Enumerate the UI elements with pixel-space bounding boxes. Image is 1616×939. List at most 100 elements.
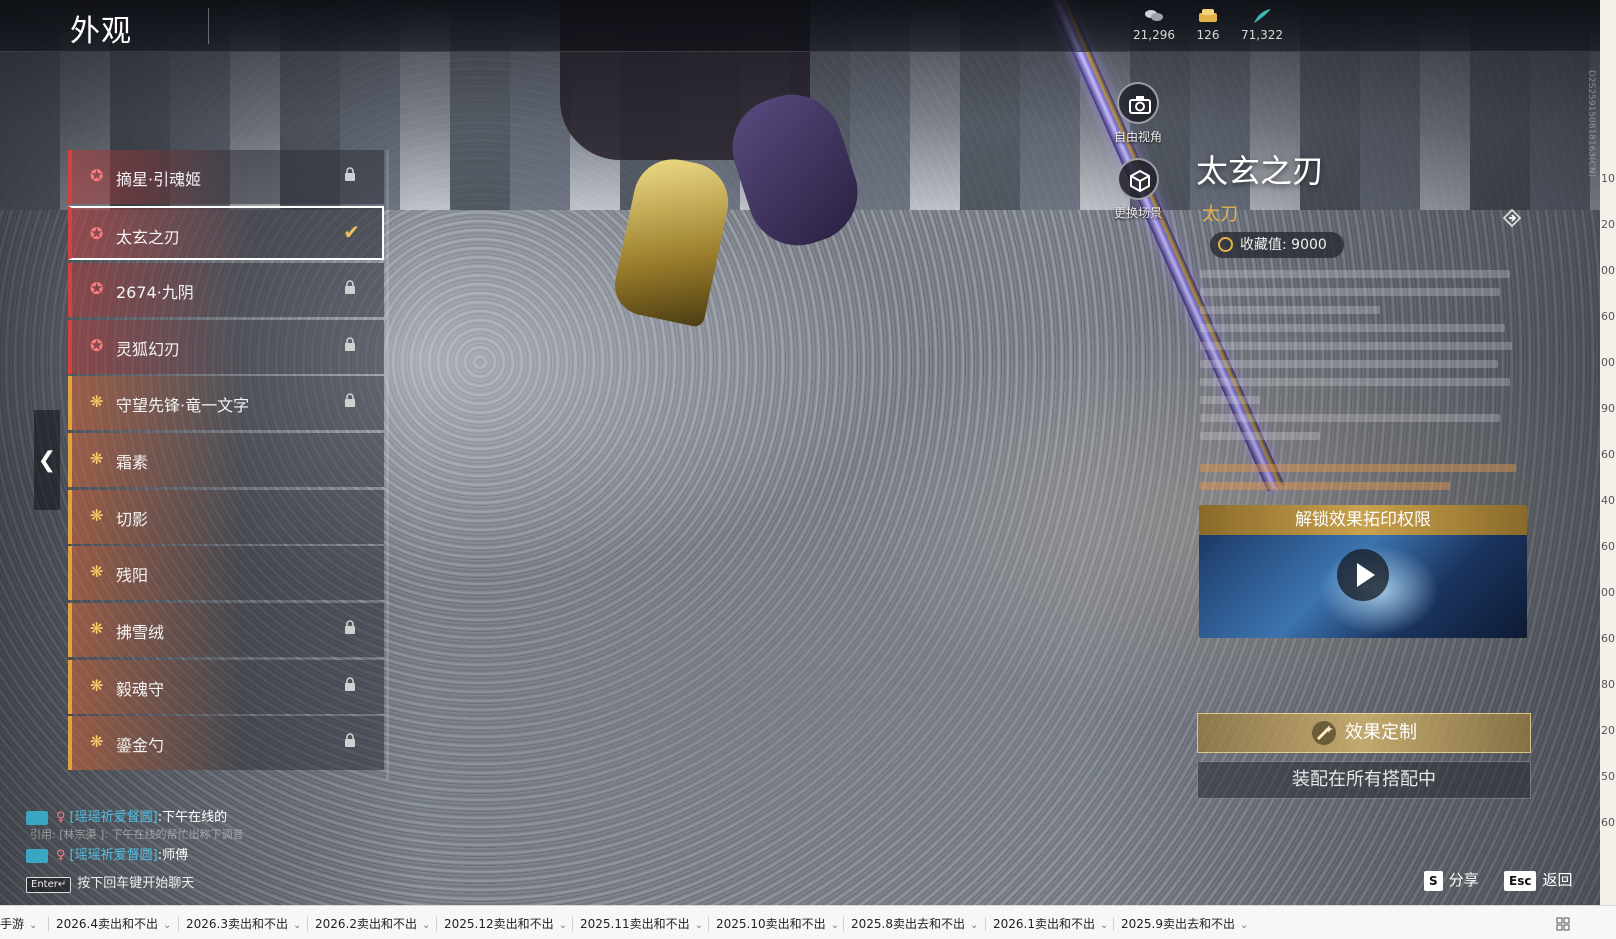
bookmark-separator <box>843 917 844 931</box>
chat-sender[interactable]: [瑶瑶祈爱督圆] <box>70 848 158 863</box>
chat-sender[interactable]: [瑶瑶祈爱督圆] <box>70 810 158 825</box>
bookmarks-bar: 手游 ⌄ 2026.4卖出和不出 ⌄ 2026.3卖出和不出 ⌄ 2026.2卖出和不出 ⌄ 2… <box>0 905 1616 939</box>
skin-item-5[interactable]: ❋ 霜素 <box>68 433 384 487</box>
chevron-down-icon: ⌄ <box>830 920 840 931</box>
skin-name: 守望先锋·竜一文字 <box>116 396 250 415</box>
edge-number: 40' <box>1601 494 1616 507</box>
share-label: 分享 <box>1448 871 1479 889</box>
share-hotkey[interactable]: S 分享 <box>1424 869 1479 891</box>
bookmark-folder[interactable]: 2026.4卖出和不出 ⌄ <box>56 915 171 932</box>
currency-feathers[interactable]: 71,322 <box>1232 8 1292 42</box>
skin-title: 太玄之刃 <box>1196 152 1325 190</box>
bookmark-label: 2025.11卖出和不出 <box>580 917 690 931</box>
unlock-effect-title: 解锁效果拓印权限 <box>1199 505 1527 535</box>
skin-item-2[interactable]: ✪ 2674·九阴 <box>68 263 384 317</box>
chevron-down-icon: ⌄ <box>293 920 302 931</box>
skin-item-9[interactable]: ❋ 毅魂守 <box>68 660 384 714</box>
skin-name: 残阳 <box>116 566 149 585</box>
free-view-button[interactable]: 自由视角 <box>1103 82 1173 145</box>
play-preview-button[interactable] <box>1337 549 1389 601</box>
bookmark-folder[interactable]: 2025.8卖出去和不出 ⌄ <box>851 915 978 932</box>
bookmark-label: 2025.9卖出去和不出 <box>1121 917 1235 931</box>
bookmark-folder[interactable]: 2025.11卖出和不出 ⌄ <box>580 915 703 932</box>
edge-number: 80' <box>1601 678 1616 691</box>
chevron-down-icon: ⌄ <box>29 920 38 931</box>
flower-tier-icon: ❋ <box>90 449 104 468</box>
share-key-badge: S <box>1424 871 1443 891</box>
skin-item-6[interactable]: ❋ 切影 <box>68 490 384 544</box>
chat-message: ♀ [瑶瑶祈爱督圆]:下午在线的 <box>26 806 227 825</box>
star-tier-icon: ✪ <box>90 336 104 355</box>
lock-icon <box>345 280 355 294</box>
currency-coins[interactable]: 21,296 <box>1124 8 1184 42</box>
edge-number: 50' <box>1601 770 1616 783</box>
unlock-effect-card[interactable]: 解锁效果拓印权限 <box>1199 505 1527 638</box>
bookmark-folder[interactable]: 2026.3卖出和不出 ⌄ <box>186 915 301 932</box>
skin-item-8[interactable]: ❋ 拂雪绒 <box>68 603 384 657</box>
skin-item-0[interactable]: ✪ 摘星·引魂姬 <box>68 150 384 204</box>
description-line <box>1200 288 1500 296</box>
collection-gem-icon <box>1218 237 1233 252</box>
page-title: 外观 <box>70 14 132 49</box>
customize-effect-label: 效果定制 <box>1345 722 1417 743</box>
bookmark-separator <box>985 917 986 931</box>
female-icon: ♀ <box>56 848 66 863</box>
skin-item-10[interactable]: ❋ 鎏金勺 <box>68 716 384 770</box>
change-scene-label: 更换场景 <box>1113 206 1162 220</box>
bookmark-separator <box>307 917 308 931</box>
customize-effect-button[interactable]: 效果定制 <box>1197 713 1531 753</box>
star-tier-icon: ✪ <box>90 279 104 298</box>
bookmark-folder[interactable]: 手游 ⌄ <box>0 915 37 932</box>
currency-tickets[interactable]: 126 <box>1178 8 1238 42</box>
bookmark-label: 2026.1卖出和不出 <box>993 917 1095 931</box>
star-tier-icon: ✪ <box>90 166 104 185</box>
free-view-label: 自由视角 <box>1113 130 1162 144</box>
grid-icon[interactable] <box>1556 917 1570 931</box>
chat-hint[interactable]: Enter↵ 按下回车键开始聊天 <box>26 872 194 893</box>
currency-feathers-value: 71,322 <box>1241 28 1283 42</box>
description-line <box>1200 378 1510 386</box>
description-line <box>1200 432 1320 440</box>
lock-icon <box>345 337 355 351</box>
skin-item-3[interactable]: ✪ 灵狐幻刃 <box>68 320 384 374</box>
list-scrollbar[interactable] <box>386 150 389 780</box>
check-icon: ✔ <box>343 220 360 244</box>
skin-item-4[interactable]: ❋ 守望先锋·竜一文字 <box>68 376 384 430</box>
description-line <box>1200 360 1498 368</box>
bookmark-folder[interactable]: 2025.10卖出和不出 ⌄ <box>716 915 839 932</box>
back-hotkey[interactable]: Esc 返回 <box>1504 869 1572 891</box>
equip-all-button[interactable]: 装配在所有搭配中 <box>1197 761 1531 799</box>
skin-description <box>1200 270 1520 500</box>
change-scene-button[interactable]: 更换场景 <box>1103 158 1173 221</box>
expand-icon[interactable] <box>1500 206 1524 230</box>
bookmark-folder[interactable]: 2025.9卖出去和不出 ⌄ <box>1121 915 1248 932</box>
skin-item-7[interactable]: ❋ 残阳 <box>68 546 384 600</box>
description-line <box>1200 306 1380 314</box>
bookmark-separator <box>48 917 49 931</box>
chevron-down-icon: ⌄ <box>422 920 431 931</box>
bookmark-folder[interactable]: 2026.2卖出和不出 ⌄ <box>315 915 430 932</box>
description-line <box>1200 396 1260 404</box>
bookmark-separator <box>1113 917 1114 931</box>
skin-item-1[interactable]: ✪ 太玄之刃 ✔ <box>68 206 384 260</box>
enter-key-badge: Enter↵ <box>26 877 72 893</box>
bookmark-label: 2026.4卖出和不出 <box>56 917 158 931</box>
currency-coins-value: 21,296 <box>1133 28 1175 42</box>
equip-all-label: 装配在所有搭配中 <box>1292 769 1436 790</box>
edge-strip: 10' 20' 00' 60' 00' 90' 60' 40' 60' 00' 60' 80' 20' 5… <box>1600 0 1616 905</box>
chat-message: ♀ [瑶瑶祈爱督圆]:师傅 <box>26 844 189 863</box>
edge-number: 60' <box>1601 310 1616 323</box>
bookmark-folder[interactable]: 2026.1卖出和不出 ⌄ <box>993 915 1108 932</box>
bookmark-label: 2026.3卖出和不出 <box>186 917 288 931</box>
title-divider <box>208 8 209 44</box>
bookmark-label: 2025.12卖出和不出 <box>444 917 554 931</box>
esc-key-badge: Esc <box>1504 871 1537 891</box>
bookmark-folder[interactable]: 2025.12卖出和不出 ⌄ <box>444 915 567 932</box>
collapse-list-button[interactable]: ❮ <box>34 410 60 510</box>
skin-list[interactable]: ✪ 摘星·引魂姬 ✪ 太玄之刃 ✔ ✪ 2674·九阴 ✪ 灵狐幻刃 ❋ 守望先… <box>68 150 384 795</box>
chat-text: :师傅 <box>157 848 189 863</box>
collection-value-text: 收藏值: 9000 <box>1240 237 1327 253</box>
chevron-down-icon: ⌄ <box>558 920 568 931</box>
chat-quote: 引用: [林宗渠 ]: 下午在线的帮忙出称下调音 <box>30 828 244 841</box>
bookmark-label: 2026.2卖出和不出 <box>315 917 417 931</box>
